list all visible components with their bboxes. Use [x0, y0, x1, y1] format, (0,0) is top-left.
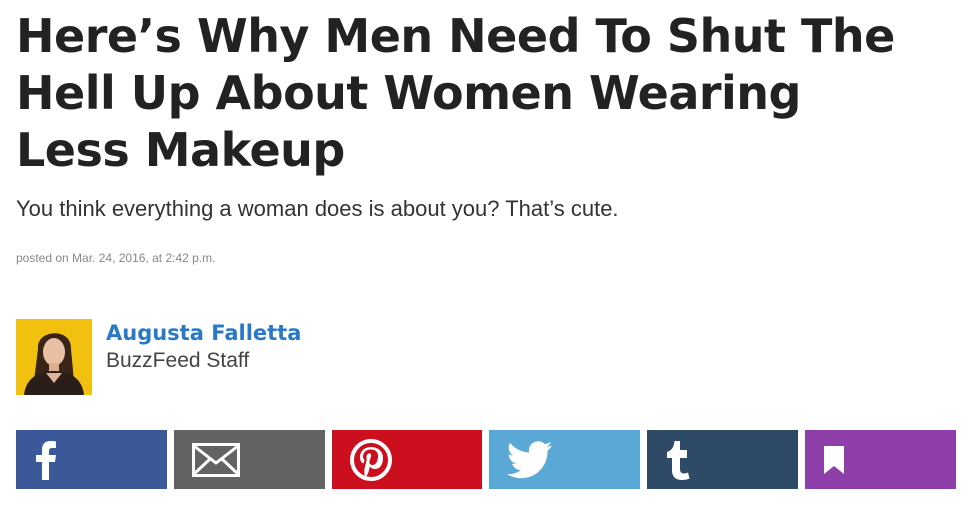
tumblr-icon: [667, 440, 690, 480]
share-facebook-button[interactable]: [16, 430, 167, 489]
avatar-portrait-icon: [16, 319, 92, 395]
author-avatar[interactable]: [16, 319, 92, 395]
share-pinterest-button[interactable]: [331, 430, 483, 489]
share-tumblr-button[interactable]: [647, 430, 799, 489]
share-twitter-button[interactable]: [489, 430, 641, 489]
share-bar: [16, 430, 956, 489]
share-email-button[interactable]: [173, 430, 325, 489]
author-block: Augusta Falletta BuzzFeed Staff: [16, 319, 301, 395]
post-timestamp: posted on Mar. 24, 2016, at 2:42 p.m.: [16, 251, 216, 265]
save-bookmark-button[interactable]: [805, 430, 956, 489]
article-subtitle: You think everything a woman does is abo…: [16, 196, 619, 221]
author-name-link[interactable]: Augusta Falletta: [106, 319, 301, 347]
author-role: BuzzFeed Staff: [106, 349, 250, 372]
author-info: Augusta Falletta BuzzFeed Staff: [106, 319, 301, 375]
facebook-icon: [36, 440, 56, 480]
envelope-icon: [191, 442, 240, 477]
article-headline: Here’s Why Men Need To Shut The Hell Up …: [16, 9, 895, 177]
twitter-bird-icon: [507, 440, 553, 478]
pinterest-icon: [349, 438, 392, 481]
article-header: Here’s Why Men Need To Shut The Hell Up …: [16, 8, 960, 265]
bookmark-icon: [824, 445, 845, 474]
